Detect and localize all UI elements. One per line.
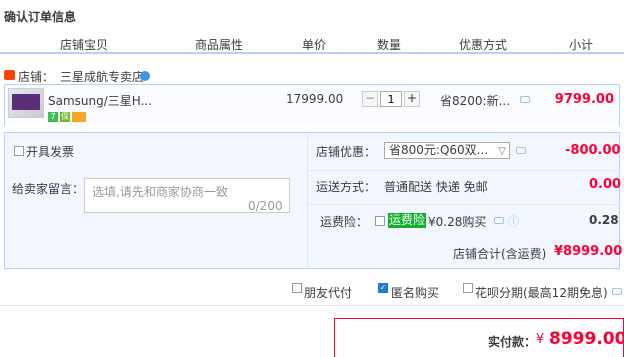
page-title: 确认订单信息 [4,10,77,24]
insurance-price: ¥0.28购买 [428,215,487,229]
col-shop-item: 店铺宝贝 [60,38,109,52]
shop-total-label: 店铺合计(含运费) [453,247,547,261]
friend-pay-label: 朋友代付 [304,286,353,300]
shop-discount-amount: -800.00 [565,143,621,158]
insurance-amount: 0.28 [589,213,619,227]
huabei-checkbox[interactable] [463,283,473,293]
shipping-amount: 0.00 [589,177,622,192]
insurance-label: 运费险： [320,215,369,229]
payment-amount: 8999.00 [549,329,624,349]
help-icon[interactable]: ⓘ [508,213,519,229]
chat-icon[interactable] [140,71,150,81]
memo-label: 给卖家留言： [12,182,85,196]
col-subtotal: 小计 [569,38,594,52]
seven-day-return-icon: 7 [48,112,58,122]
memo-char-count: 0/200 [248,199,283,213]
quantity-stepper: − + [362,91,422,107]
shop-discount-select[interactable]: 省800元:Q60双... ▽ [384,142,510,159]
payment-label: 实付款： [488,335,537,349]
quantity-decrease-button[interactable]: − [362,91,378,107]
unit-price: 17999.00 [286,92,344,106]
invoice-label: 开具发票 [26,145,75,159]
item-subtotal: 9799.00 [554,92,614,107]
huabei-info-icon[interactable] [612,288,622,295]
insurance-info-icon[interactable] [494,217,504,224]
chevron-down-icon: ▽ [498,146,506,157]
shipping-method: 普通配送 快递 免邮 [384,180,488,194]
col-unit-price: 单价 [302,38,327,52]
shop-icon [4,70,15,80]
product-image-icon [12,94,40,110]
memo-placeholder: 选填,请先和商家协商一致 [92,185,228,199]
insurance-checkbox[interactable] [375,216,385,226]
col-quantity: 数量 [377,38,402,52]
quantity-increase-button[interactable]: + [404,91,420,107]
row-divider [308,204,620,205]
guarantee-icon: 保 [60,112,70,122]
anonymous-checkbox[interactable] [378,283,388,293]
options-divider [0,305,624,306]
shop-name-link[interactable]: 三星成航专卖店 [60,68,144,85]
invoice-checkbox[interactable] [14,146,24,156]
shipping-label: 运送方式： [316,180,377,194]
item-discount: 省8200:新... [440,94,511,108]
friend-pay-checkbox[interactable] [292,283,302,293]
shop-total-value: ¥8999.00 [554,244,623,259]
col-attributes: 商品属性 [195,38,244,52]
product-title-link[interactable]: Samsung/三星H... [48,92,152,109]
shop-label: 店铺： [18,70,55,84]
shop-discount-label: 店铺优惠： [316,145,377,159]
huabei-label: 花呗分期(最高12期免息) [475,286,608,300]
insurance-tag: 运费险 [388,213,427,228]
payment-currency: ¥ [536,332,545,347]
discount-info-icon[interactable] [520,96,530,103]
discount-info-icon[interactable] [516,147,526,154]
anonymous-label: 匿名购买 [391,286,440,300]
row-divider [308,170,620,171]
quantity-input[interactable] [380,91,402,107]
credit-card-icon [72,112,86,122]
header-divider [0,52,624,54]
col-discount: 优惠方式 [459,38,508,52]
shop-discount-selected: 省800元:Q60双... [389,143,489,157]
